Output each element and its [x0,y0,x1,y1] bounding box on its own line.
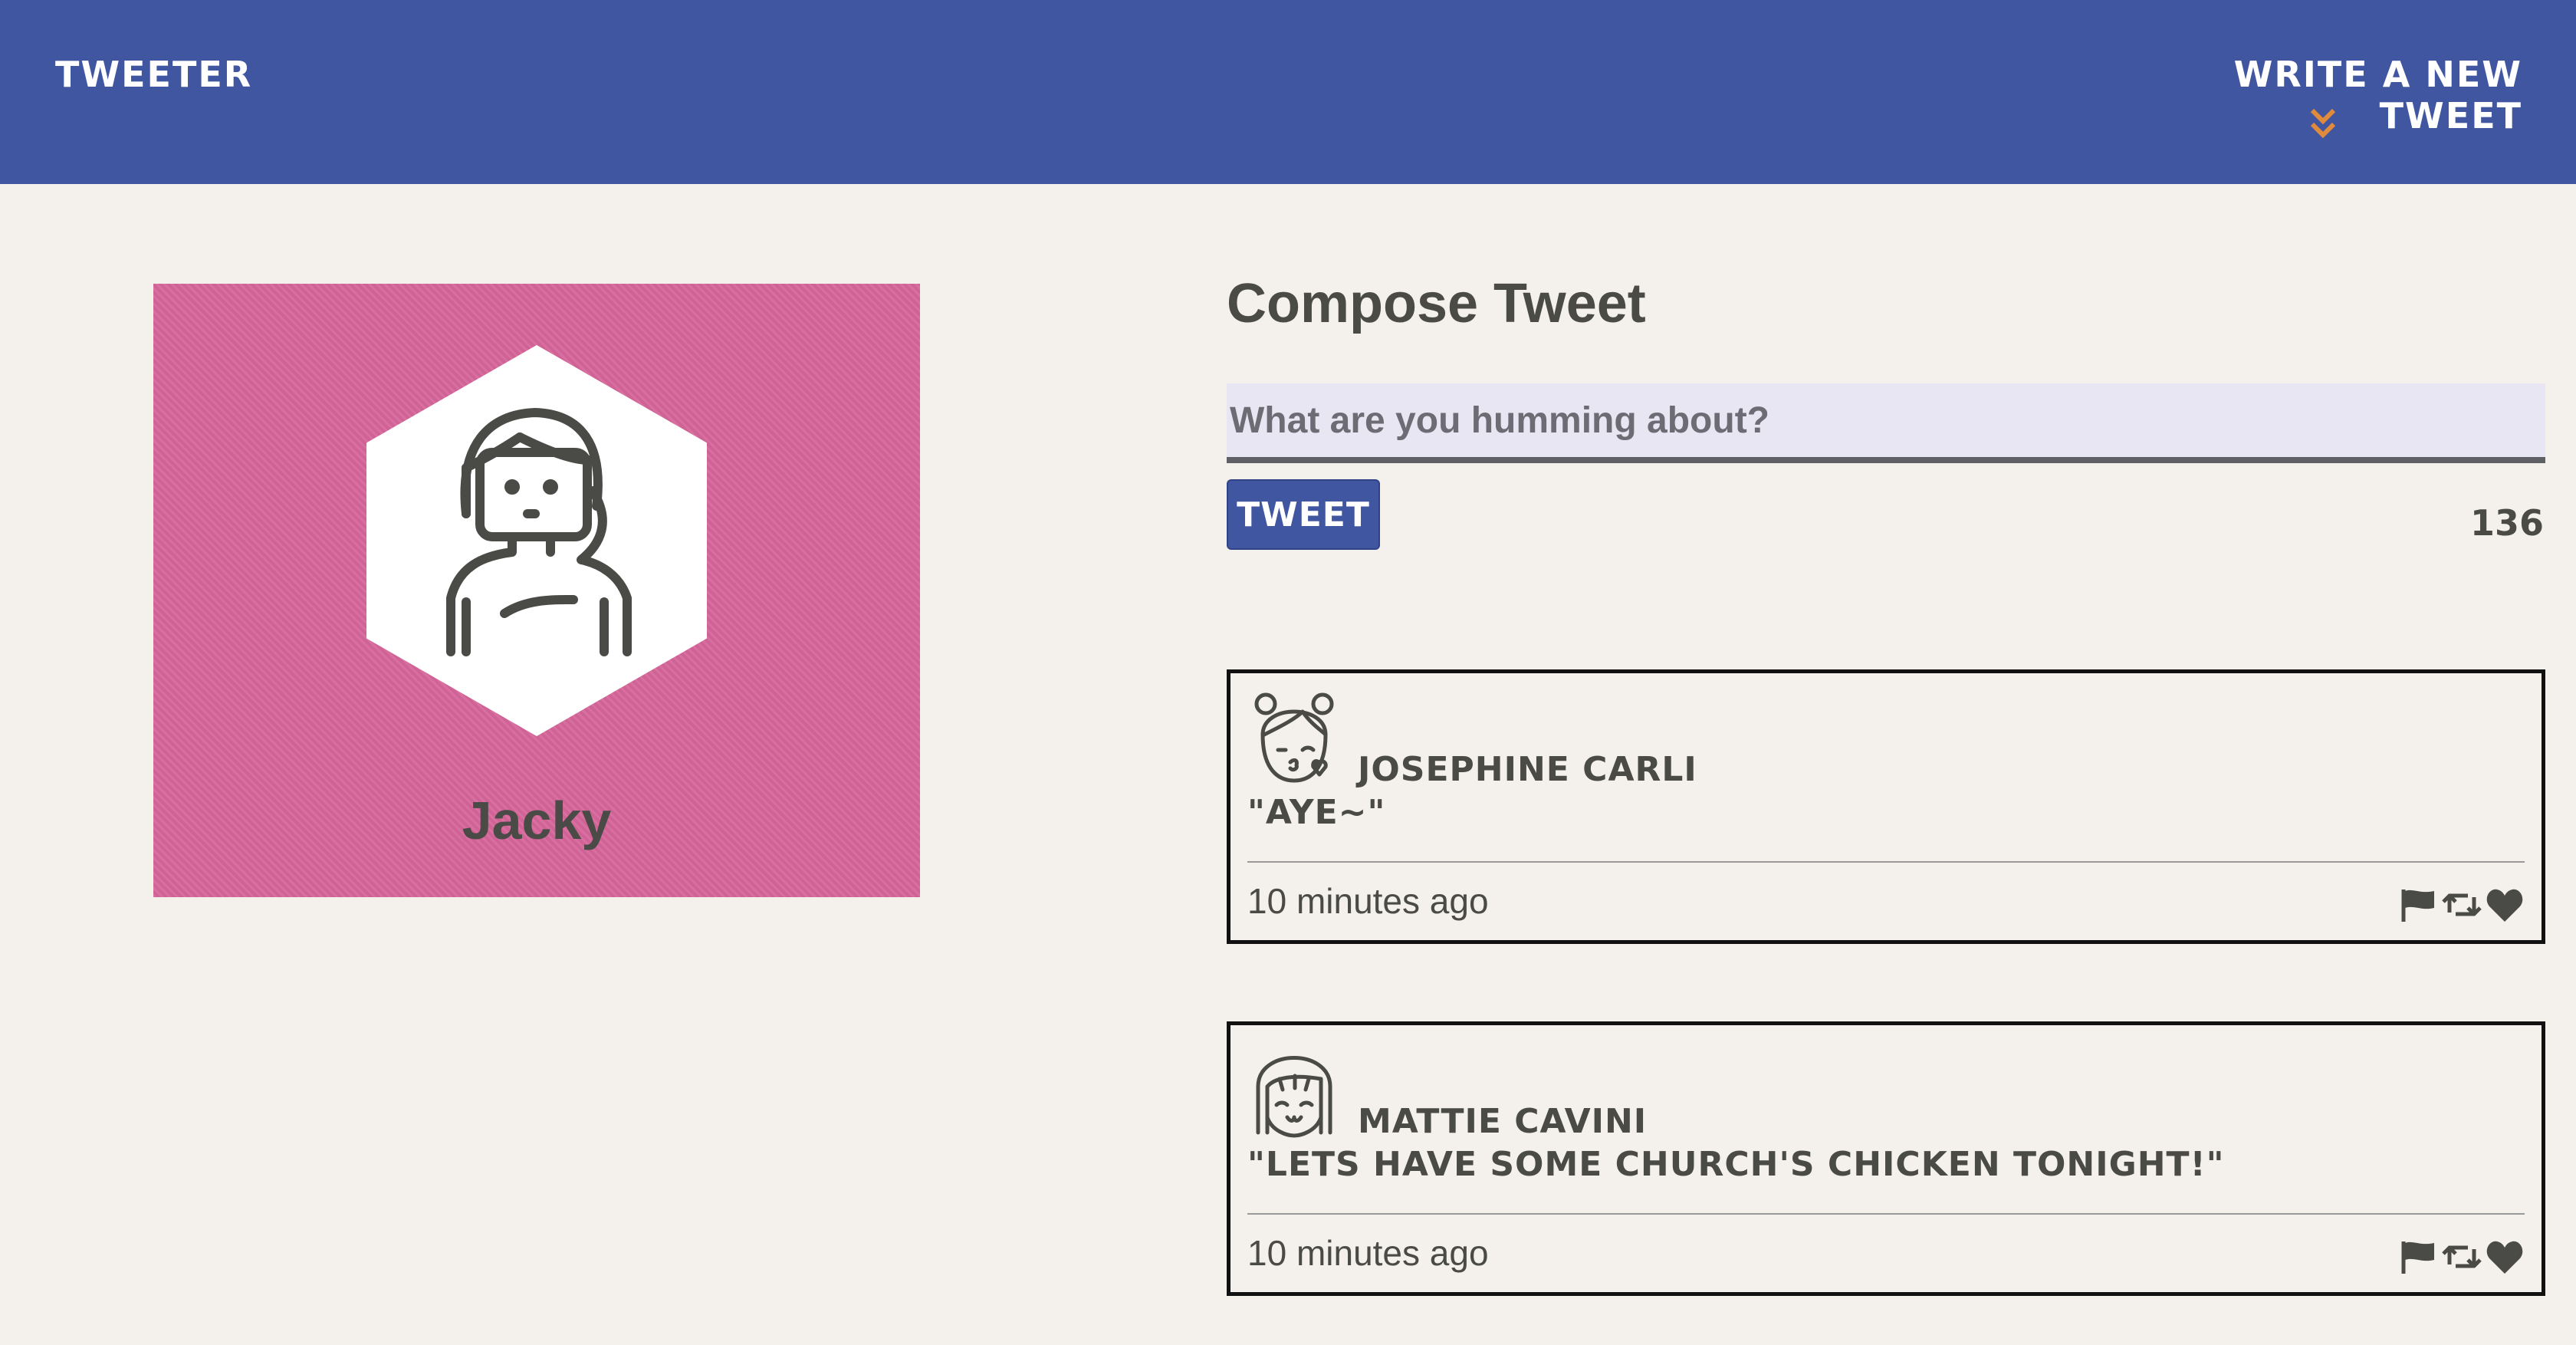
girl-kiss-avatar-icon [1254,692,1334,783]
profile-card: Jacky [153,284,920,897]
brand-logo[interactable]: Tweeter [55,54,252,95]
tweet-timestamp: 10 minutes ago [1247,881,1489,921]
tweet-card: Josephine Carli "Aye~" 10 minutes ago [1227,669,2545,944]
heart-icon[interactable] [2485,886,2525,923]
tweet-divider [1247,1213,2525,1215]
compose-title: Compose Tweet [1227,273,1646,334]
flag-icon[interactable] [2399,1238,2439,1275]
tweet-text: "Lets have some Church's chicken tonight… [1247,1145,2225,1184]
tweet-username[interactable]: Mattie Cavini [1358,1102,1647,1141]
tweet-actions [2399,1238,2525,1275]
avatar-hexagon [366,345,707,736]
tweet-card: Mattie Cavini "Lets have some Church's c… [1227,1021,2545,1296]
char-counter: 136 [2469,502,2544,544]
retweet-icon[interactable] [2442,1238,2482,1275]
heart-icon[interactable] [2485,1238,2525,1275]
tweet-input[interactable] [1227,383,2545,463]
tweet-button[interactable]: Tweet [1227,479,1380,550]
tweet-text: "Aye~" [1247,793,1386,832]
profile-name: Jacky [462,791,612,850]
tweet-timestamp: 10 minutes ago [1247,1233,1489,1273]
tweet-actions [2399,886,2525,923]
girl-smile-avatar-icon [1256,1056,1332,1138]
retweet-icon[interactable] [2442,886,2482,923]
girl-avatar-icon [446,408,632,656]
double-chevron-down-icon[interactable] [2308,107,2338,141]
flag-icon[interactable] [2399,886,2439,923]
top-nav: Tweeter Write a new tweet [0,0,2576,184]
tweet-divider [1247,861,2525,863]
tweet-username[interactable]: Josephine Carli [1358,750,1697,789]
